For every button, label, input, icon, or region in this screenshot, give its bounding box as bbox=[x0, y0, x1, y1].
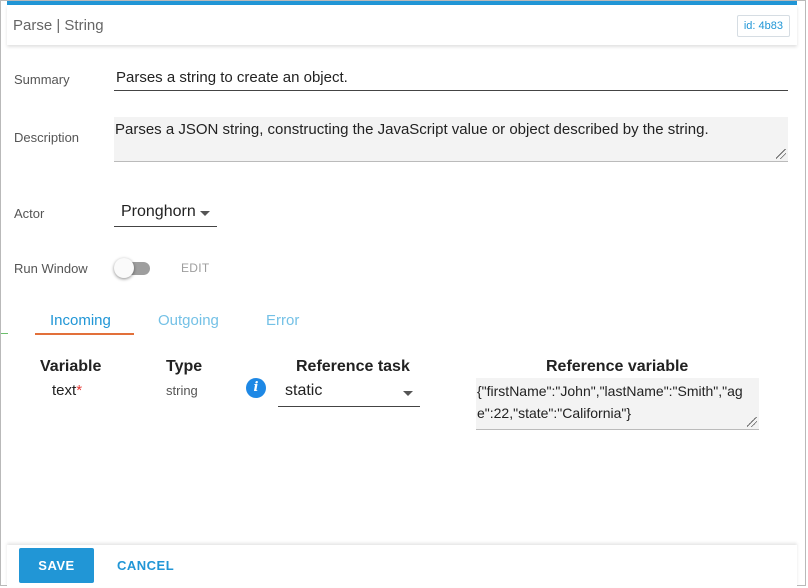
chevron-down-icon bbox=[200, 211, 210, 216]
resize-handle-icon[interactable] bbox=[776, 149, 786, 159]
dialog-footer: SAVE CANCEL bbox=[7, 545, 797, 587]
header-reference-task: Reference task bbox=[296, 358, 410, 375]
reference-task-value: static bbox=[285, 382, 323, 399]
side-marker bbox=[1, 333, 8, 334]
variable-name: text* bbox=[52, 382, 83, 399]
summary-value: Parses a string to create an object. bbox=[116, 69, 348, 86]
header-type: Type bbox=[166, 358, 203, 375]
save-button[interactable]: SAVE bbox=[19, 548, 94, 583]
header-reference-variable: Reference variable bbox=[546, 358, 689, 375]
tab-outgoing[interactable]: Outgoing bbox=[158, 312, 219, 329]
actor-value: Pronghorn bbox=[121, 203, 196, 220]
actor-select[interactable]: Pronghorn bbox=[114, 199, 217, 227]
tab-error[interactable]: Error bbox=[266, 312, 299, 329]
description-textarea[interactable]: Parses a JSON string, constructing the J… bbox=[114, 117, 788, 162]
edit-button[interactable]: EDIT bbox=[181, 261, 210, 275]
reference-variable-textarea[interactable]: {"firstName":"John","lastName":"Smith","… bbox=[476, 378, 759, 430]
description-label: Description bbox=[14, 130, 80, 145]
info-icon[interactable]: i bbox=[246, 378, 266, 398]
actor-label: Actor bbox=[14, 206, 45, 221]
resize-handle-icon[interactable] bbox=[747, 417, 757, 427]
variable-type: string bbox=[166, 383, 198, 398]
chevron-down-icon bbox=[403, 391, 413, 396]
task-dialog: Parse | String id: 4b83 Summary Parses a… bbox=[0, 0, 806, 587]
required-marker: * bbox=[76, 382, 83, 399]
summary-label: Summary bbox=[14, 72, 70, 87]
toggle-knob bbox=[114, 258, 134, 278]
run-window-toggle[interactable] bbox=[114, 258, 150, 278]
id-badge: id: 4b83 bbox=[736, 15, 790, 37]
summary-input[interactable]: Parses a string to create an object. bbox=[114, 63, 788, 91]
description-value: Parses a JSON string, constructing the J… bbox=[115, 121, 709, 138]
reference-variable-value: {"firstName":"John","lastName":"Smith","… bbox=[477, 383, 743, 421]
tab-incoming[interactable]: Incoming bbox=[50, 312, 111, 329]
dialog-title: Parse | String bbox=[13, 17, 104, 34]
active-tab-indicator bbox=[35, 333, 134, 335]
reference-task-select[interactable]: static bbox=[278, 377, 420, 407]
run-window-label: Run Window bbox=[14, 261, 88, 276]
dialog-header: Parse | String id: 4b83 bbox=[7, 5, 797, 45]
header-variable: Variable bbox=[40, 358, 102, 375]
cancel-button[interactable]: CANCEL bbox=[117, 548, 174, 583]
